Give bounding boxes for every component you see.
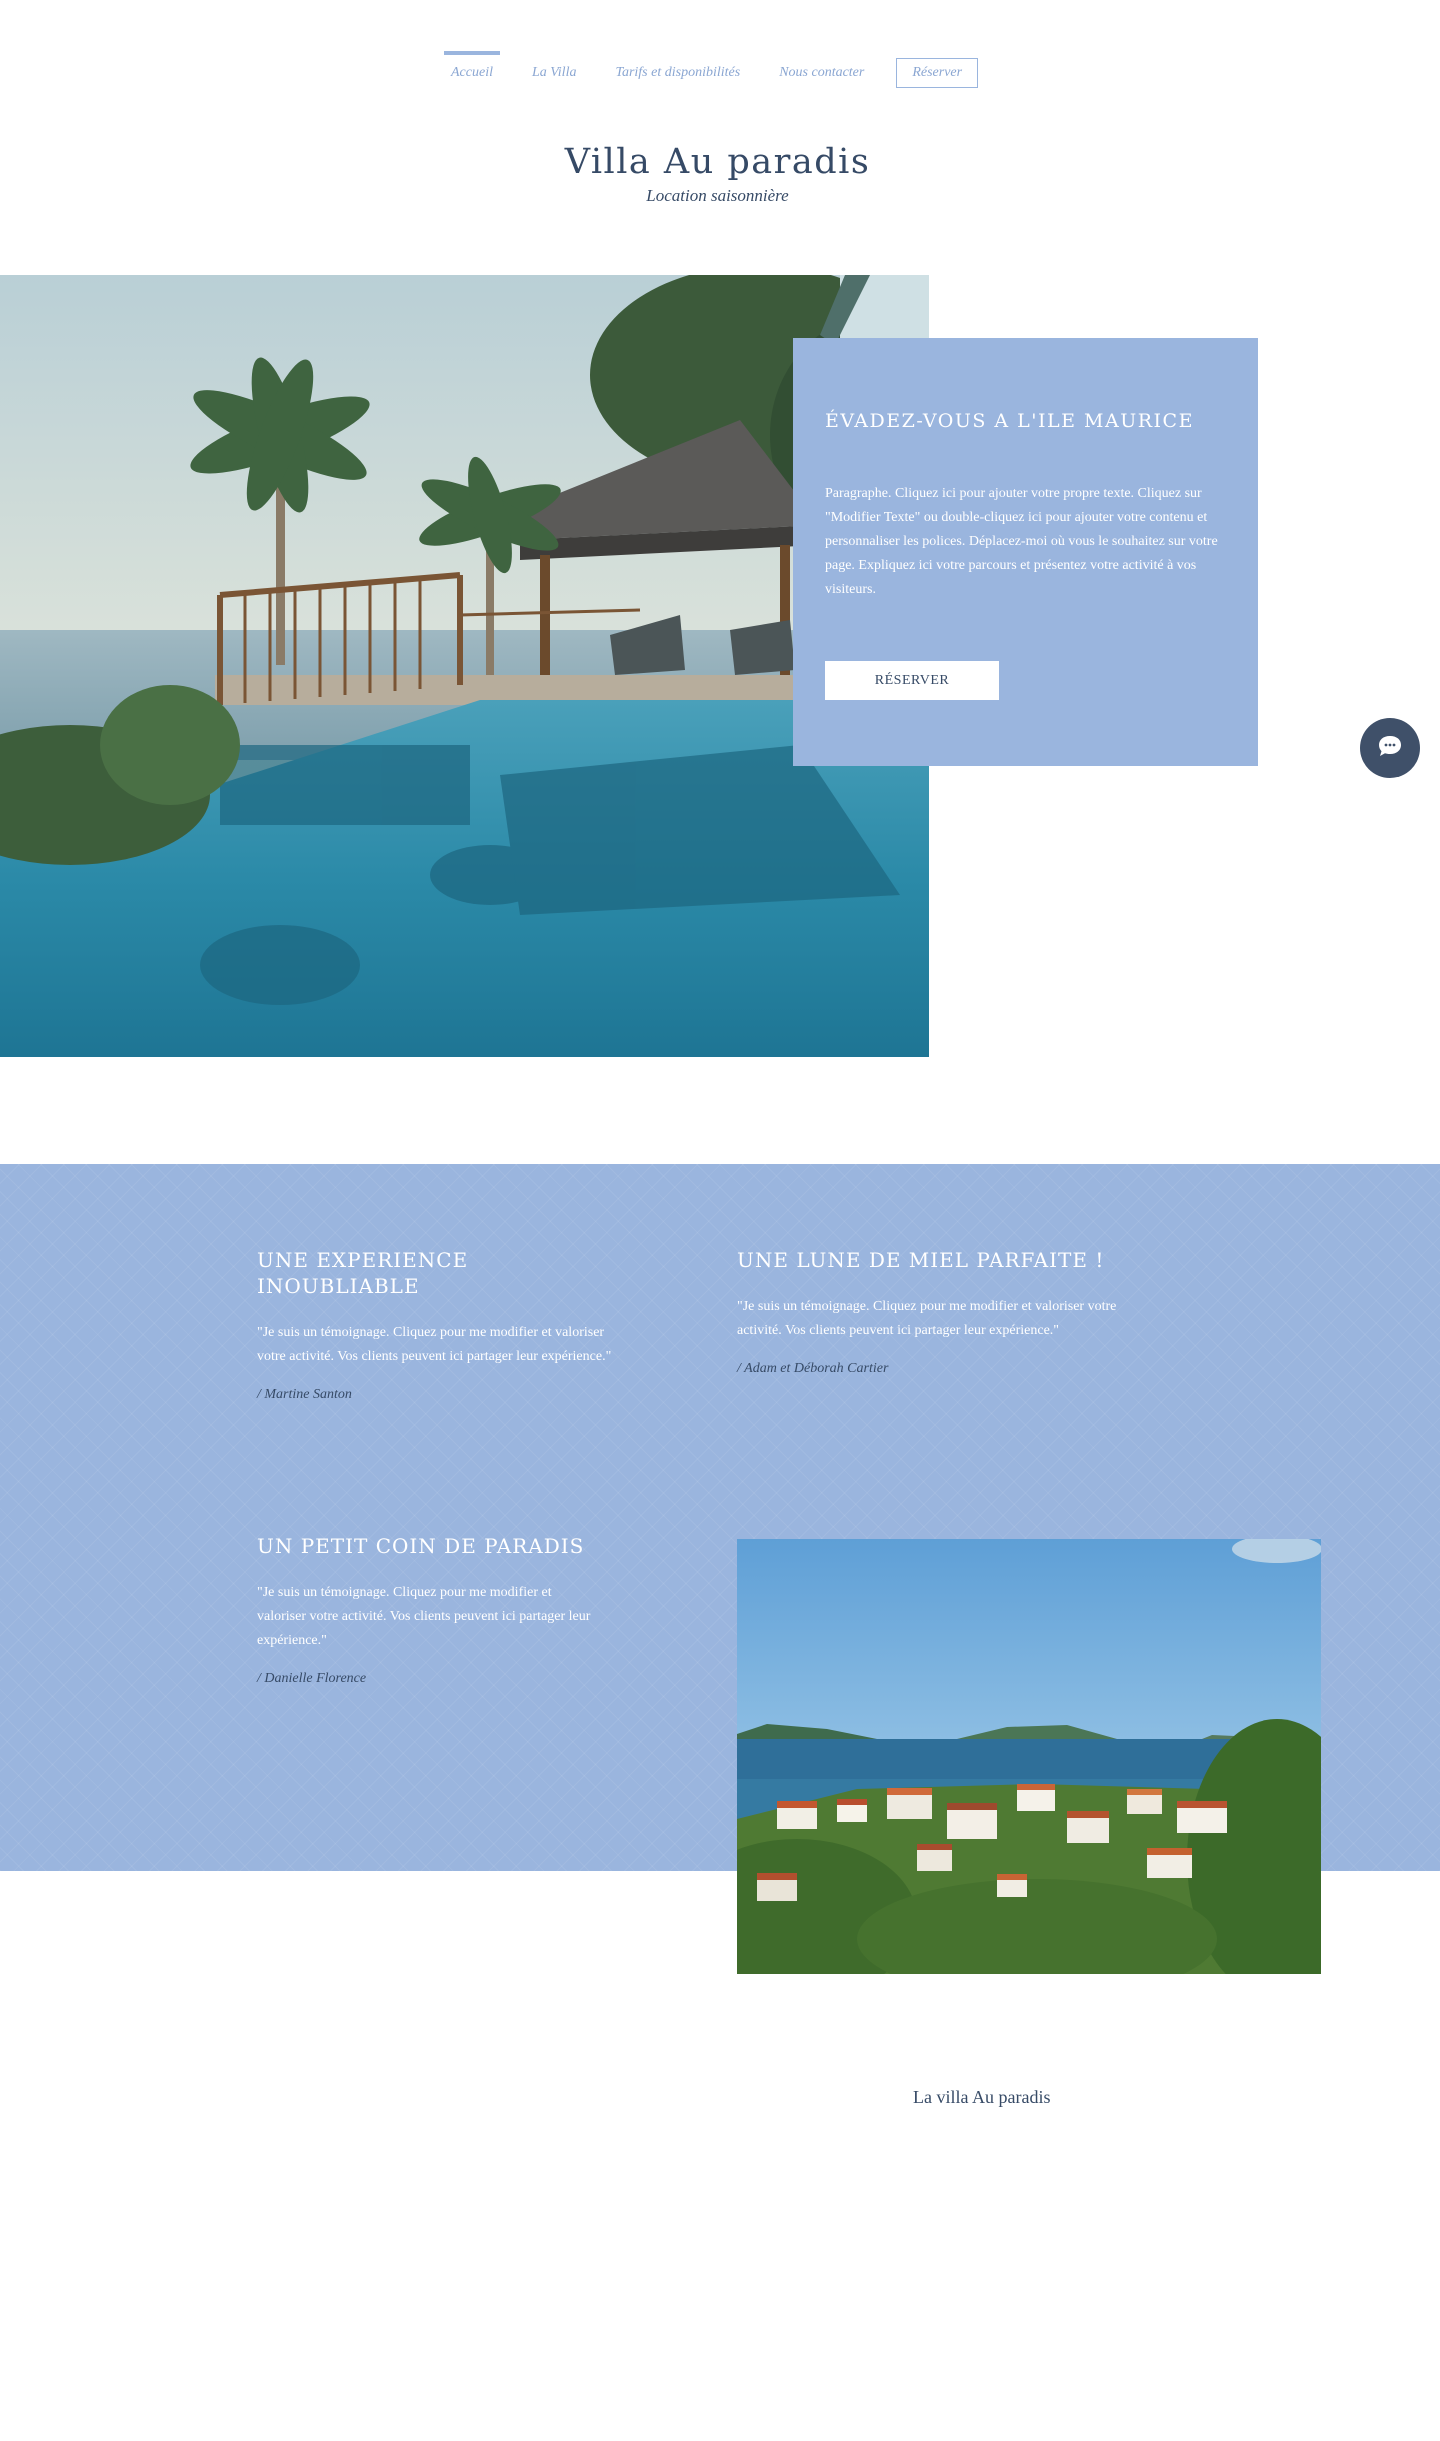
hero-card-paragraph: Paragraphe. Cliquez ici pour ajouter vot… [825, 486, 1218, 597]
chat-bubble-icon [1377, 734, 1403, 762]
chat-button[interactable] [1360, 718, 1420, 778]
site-title: Villa Au paradis [564, 142, 871, 182]
testimonial-quote: "Je suis un témoignage. Cliquez pour me … [257, 1585, 591, 1648]
testimonial-title: UN PETIT COIN DE PARADIS [257, 1534, 585, 1558]
testimonial-quote: "Je suis un témoignage. Cliquez pour me … [257, 1325, 612, 1364]
hero-card-title: ÉVADEZ-VOUS A L'ILE MAURICE [825, 410, 1194, 432]
testimonial-card: UNE LUNE DE MIEL PARFAITE ! "Je suis un … [737, 1247, 1122, 1377]
testimonial-author: / Adam et Déborah Cartier [737, 1361, 889, 1376]
reserve-nav-button[interactable]: Réserver [896, 58, 979, 88]
nav-item-tarifs[interactable]: Tarifs et disponibilités [608, 51, 747, 87]
testimonial-title: UNE LUNE DE MIEL PARFAITE ! [737, 1248, 1105, 1272]
testimonial-author: / Martine Santon [257, 1387, 352, 1402]
nav-item-contact[interactable]: Nous contacter [772, 51, 871, 87]
testimonial-card: UN PETIT COIN DE PARADIS "Je suis un tém… [257, 1533, 597, 1687]
testimonial-author: / Danielle Florence [257, 1671, 367, 1686]
testimonial-quote: "Je suis un témoignage. Cliquez pour me … [737, 1299, 1117, 1338]
reserve-button[interactable]: RÉSERVER [825, 661, 999, 700]
village-coast-image [737, 1539, 1321, 1974]
nav-item-accueil[interactable]: Accueil [444, 51, 500, 87]
testimonial-title: UNE EXPERIENCE INOUBLIABLE [257, 1248, 469, 1298]
site-subtitle: Location saisonnière [646, 186, 789, 205]
main-nav: Accueil La Villa Tarifs et disponibilité… [444, 50, 979, 88]
hero-pool-image [0, 275, 929, 1057]
hero-card: ÉVADEZ-VOUS A L'ILE MAURICE Paragraphe. … [793, 338, 1258, 766]
footer-villa-name: La villa Au paradis [913, 2087, 1051, 2107]
nav-item-la-villa[interactable]: La Villa [525, 51, 583, 87]
testimonial-card: UNE EXPERIENCE INOUBLIABLE "Je suis un t… [257, 1247, 612, 1403]
